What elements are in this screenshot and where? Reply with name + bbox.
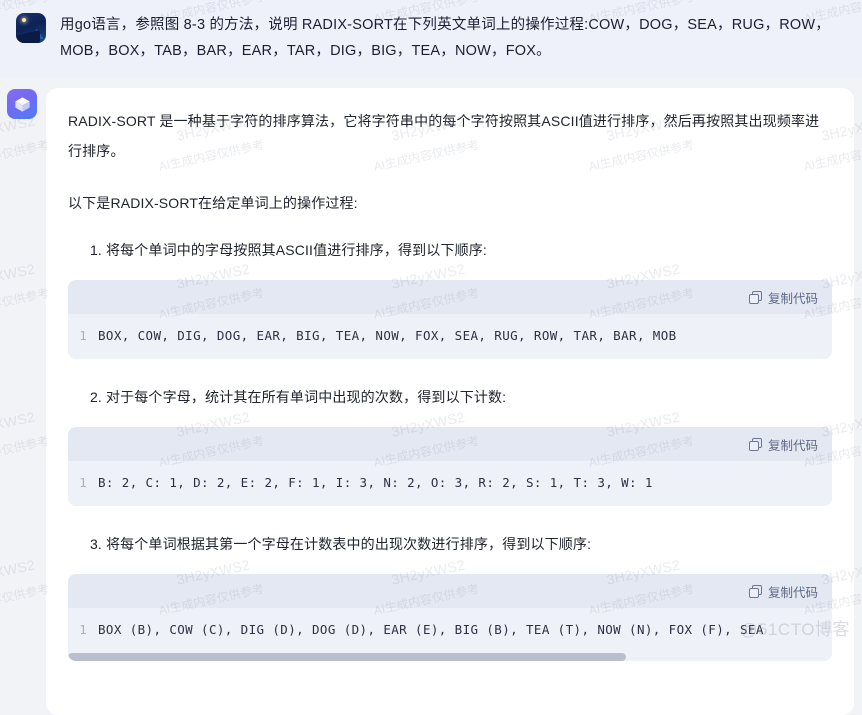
code-horizontal-scrollbar[interactable]: [68, 653, 832, 661]
copy-code-label-1: 复制代码: [767, 291, 818, 306]
code-line-number-3: 1: [79, 622, 87, 637]
step-3-label: 将每个单词根据其第一个字母在计数表中的出现次数进行排序，得到以下顺序:: [105, 536, 592, 552]
step-1-text: 1. 将每个单词中的字母按照其ASCII值进行排序，得到以下顺序:: [90, 236, 832, 264]
hill-shape: [16, 29, 40, 43]
step-2-number: 2.: [90, 389, 102, 405]
code-block-2-header: 复制代码: [68, 427, 832, 461]
step-2-label: 对于每个字母，统计其在所有单词中出现的次数，得到以下计数:: [105, 389, 507, 405]
code-line-number-2: 1: [79, 475, 87, 490]
code-block-2: 复制代码 1 B: 2, C: 1, D: 2, E: 2, F: 1, I: …: [68, 427, 832, 506]
copy-code-button-3[interactable]: 复制代码: [748, 582, 818, 601]
code-line-number-1: 1: [79, 328, 87, 343]
copy-icon: [748, 584, 762, 598]
step-3-text: 3. 将每个单词根据其第一个字母在计数表中的出现次数进行排序，得到以下顺序:: [90, 530, 832, 558]
code-block-3-header: 复制代码: [68, 574, 832, 608]
assistant-message-row: RADIX-SORT 是一种基于字符的排序算法，它将字符串中的每个字符按照其AS…: [0, 88, 862, 715]
user-message-text: 用go语言，参照图 8-3 的方法，说明 RADIX-SORT在下列英文单词上的…: [60, 17, 830, 59]
code-block-1-header: 复制代码: [68, 280, 832, 314]
code-block-2-body: 1 B: 2, C: 1, D: 2, E: 2, F: 1, I: 3, N:…: [68, 461, 832, 506]
assistant-paragraph-2: 以下是RADIX-SORT在给定单词上的操作过程:: [68, 195, 358, 211]
step-3-number: 3.: [90, 536, 102, 552]
assistant-bubble: RADIX-SORT 是一种基于字符的排序算法，它将字符串中的每个字符按照其AS…: [46, 88, 854, 715]
assistant-avatar[interactable]: [7, 89, 37, 119]
copy-code-button-2[interactable]: 复制代码: [748, 435, 818, 454]
copy-icon: [748, 437, 762, 451]
site-watermark: @51CTO博客: [740, 620, 850, 639]
cube-icon: [14, 96, 30, 112]
code-block-3-body: 1 BOX (B), COW (C), DIG (D), DOG (D), EA…: [68, 608, 832, 653]
scrollbar-thumb[interactable]: [68, 653, 626, 661]
copy-code-button-1[interactable]: 复制代码: [748, 288, 818, 307]
code-content-2[interactable]: B: 2, C: 1, D: 2, E: 2, F: 1, I: 3, N: 2…: [98, 472, 832, 494]
copy-icon: [748, 290, 762, 304]
user-avatar[interactable]: [16, 13, 46, 43]
code-block-1-body: 1 BOX, COW, DIG, DOG, EAR, BIG, TEA, NOW…: [68, 314, 832, 359]
step-1-label: 将每个单词中的字母按照其ASCII值进行排序，得到以下顺序:: [105, 242, 487, 258]
moon-icon: [22, 18, 26, 22]
code-block-1: 复制代码 1 BOX, COW, DIG, DOG, EAR, BIG, TEA…: [68, 280, 832, 359]
step-2-text: 2. 对于每个字母，统计其在所有单词中出现的次数，得到以下计数:: [90, 383, 832, 411]
copy-code-label-2: 复制代码: [767, 438, 818, 453]
copy-code-label-3: 复制代码: [767, 585, 818, 600]
code-content-1[interactable]: BOX, COW, DIG, DOG, EAR, BIG, TEA, NOW, …: [98, 325, 832, 347]
assistant-paragraph-1: RADIX-SORT 是一种基于字符的排序算法，它将字符串中的每个字符按照其AS…: [68, 113, 820, 159]
step-1-number: 1.: [90, 242, 102, 258]
code-content-3[interactable]: BOX (B), COW (C), DIG (D), DOG (D), EAR …: [98, 619, 832, 641]
user-message-row: 用go语言，参照图 8-3 的方法，说明 RADIX-SORT在下列英文单词上的…: [0, 0, 862, 78]
